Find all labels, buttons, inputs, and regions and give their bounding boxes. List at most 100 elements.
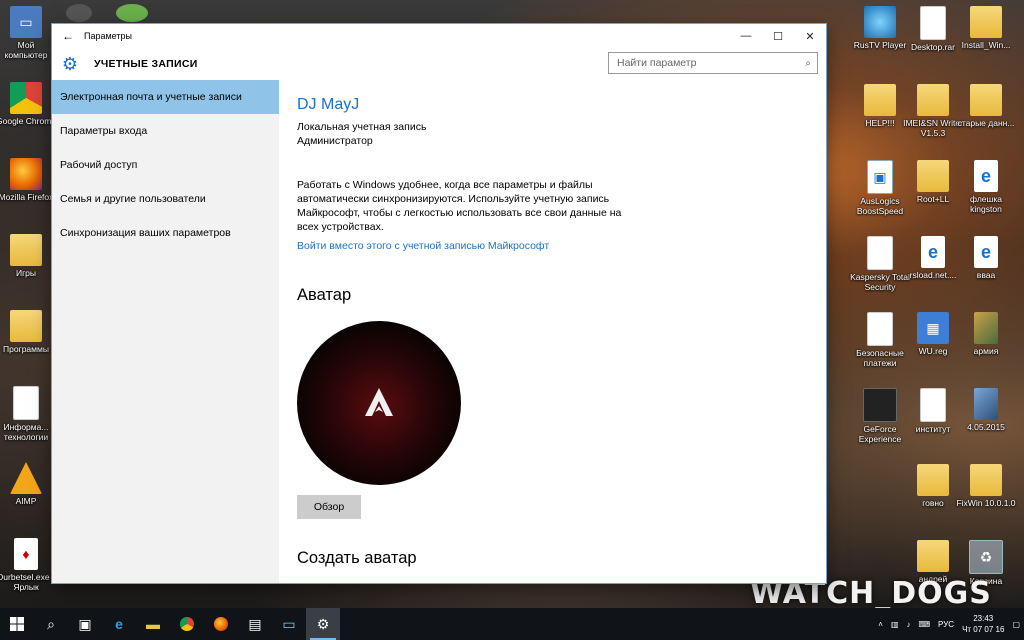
folder-icon	[917, 160, 949, 192]
notifications-icon[interactable]: ▢	[1012, 620, 1020, 629]
desktop-icon-kingston[interactable]: e флешка kingston	[956, 160, 1016, 214]
store-taskbar-button[interactable]: ▣	[68, 608, 102, 640]
desktop-icon-label: 4.05.2015	[967, 422, 1005, 432]
nav-item-sync-settings[interactable]: Синхронизация ваших параметров	[52, 216, 279, 250]
firefox-taskbar-button[interactable]	[204, 608, 238, 640]
desktop-icon-firefox[interactable]: Mozilla Firefox	[0, 158, 56, 202]
main-content: DJ MayJ Локальная учетная запись Админис…	[297, 96, 806, 568]
desktop-icon-label: флешка kingston	[970, 194, 1002, 214]
ie-icon: e	[921, 236, 945, 268]
desktop-icon-label: AIMP	[15, 496, 37, 506]
settings-taskbar-button[interactable]: ⚙	[306, 608, 340, 640]
nav-item-family-users[interactable]: Семья и другие пользователи	[52, 182, 279, 216]
firefox-icon	[10, 158, 42, 190]
volume-icon[interactable]: ♪	[907, 620, 911, 629]
sync-info-text: Работать с Windows удобнее, когда все па…	[297, 179, 622, 233]
desktop-icon-label: rsload.net....	[909, 270, 957, 280]
system-tray: ˄ ▥ ♪ ⌨ РУС 23:43 Чт 07 07 16 ▢	[874, 608, 1024, 640]
desktop-icon-army[interactable]: армия	[956, 312, 1016, 356]
network-icon[interactable]: ▥	[891, 620, 899, 629]
desktop-icon-auslogics[interactable]: ▣ AusLogics BoostSpeed	[850, 160, 910, 216]
document-icon	[13, 386, 39, 420]
desktop-icon-label: HELP!!!	[865, 118, 895, 128]
close-button[interactable]: ✕	[794, 30, 826, 43]
nav-item-email-accounts[interactable]: Электронная почта и учетные записи	[52, 80, 279, 114]
desktop-icon-label: AusLogics BoostSpeed	[856, 196, 904, 216]
desktop-icon-install-win[interactable]: Install_Win...	[956, 6, 1016, 50]
chrome-taskbar-button[interactable]	[170, 608, 204, 640]
nav-item-sign-in-options[interactable]: Параметры входа	[52, 114, 279, 148]
desktop-icon-label: говно	[922, 498, 944, 508]
edge-taskbar-button[interactable]: e	[102, 608, 136, 640]
desktop-icon-label: RusTV Player	[853, 40, 907, 50]
desktop-icon-games[interactable]: Игры	[0, 234, 56, 278]
folder-icon: ▬	[146, 616, 160, 632]
desktop-icon-wu-reg[interactable]: ▦ WU.reg	[903, 312, 963, 356]
desktop-icon-rsload[interactable]: e rsload.net....	[903, 236, 963, 280]
reg-icon: ▦	[917, 312, 949, 344]
app-taskbar-button[interactable]: ▤	[238, 608, 272, 640]
desktop-icon-desktop-rar[interactable]: Desktop.rar	[903, 6, 963, 52]
desktop-icon-vvaa[interactable]: e вваа	[956, 236, 1016, 280]
desktop-icon-label: Информа... технологии	[3, 422, 49, 442]
search-box[interactable]: ⌕	[608, 52, 818, 74]
desktop-icon-label: армия	[973, 346, 999, 356]
desktop-icon-govno[interactable]: говно	[903, 464, 963, 508]
desktop-icon-institute[interactable]: институт	[903, 388, 963, 434]
search-taskbar-button[interactable]: ⌕	[34, 608, 68, 640]
image-icon	[974, 312, 998, 344]
desktop-icon-root-ll[interactable]: Root+LL	[903, 160, 963, 204]
document-icon	[920, 6, 946, 40]
search-icon: ⌕	[47, 615, 55, 632]
minimize-button[interactable]: —	[730, 30, 762, 42]
settings-window: ← Параметры — ☐ ✕ ⚙ УЧЕТНЫЕ ЗАПИСИ ⌕ Эле…	[52, 24, 826, 583]
cards-icon: ♦	[14, 538, 38, 570]
search-input[interactable]	[615, 56, 806, 70]
desktop-icon-label: Безопасные платежи	[856, 348, 904, 368]
desktop-icon-programs[interactable]: Программы	[0, 310, 56, 354]
search-icon[interactable]: ⌕	[805, 58, 811, 69]
taskbar: ⌕ ▣ e ▬ ▤ ▭ ⚙ ˄ ▥ ♪ ⌨ РУС 23:43 Чт 07 07…	[0, 608, 1024, 640]
chrome-icon	[180, 617, 194, 631]
desktop-icon-kaspersky[interactable]: Kaspersky Total Security	[850, 236, 910, 292]
chevron-up-icon[interactable]: ˄	[878, 620, 883, 629]
desktop-icon-imei[interactable]: IMEI&SN Writer V1.5.3	[903, 84, 963, 138]
clock[interactable]: 23:43 Чт 07 07 16	[962, 613, 1004, 635]
nav-item-label: Параметры входа	[60, 125, 148, 137]
aimp-icon	[10, 462, 42, 494]
microsoft-account-link[interactable]: Войти вместо этого с учетной записью Май…	[297, 240, 806, 252]
desktop-icon-rustv[interactable]: RusTV Player	[850, 6, 910, 50]
desktop-icon-aimp[interactable]: AIMP	[0, 462, 56, 506]
browse-button[interactable]: Обзор	[297, 495, 361, 519]
desktop-icon-label: GeForce Experience	[858, 424, 902, 444]
desktop-icon-label: Kaspersky Total Security	[850, 272, 910, 292]
keyboard-icon[interactable]: ⌨	[919, 620, 931, 629]
explorer-taskbar-button[interactable]: ▬	[136, 608, 170, 640]
desktop-icon-safe-payments[interactable]: Безопасные платежи	[850, 312, 910, 368]
gear-icon: ⚙	[316, 615, 330, 632]
clock-date: Чт 07 07 16	[962, 625, 1005, 634]
account-type: Локальная учетная запись	[297, 121, 427, 133]
assassin-logo-icon	[365, 388, 393, 416]
app-icon	[66, 4, 92, 22]
nav-item-work-access[interactable]: Рабочий доступ	[52, 148, 279, 182]
back-arrow-icon[interactable]: ←	[52, 29, 84, 43]
recycle-bin-icon: ♻	[969, 540, 1003, 574]
settings-header: ⚙ УЧЕТНЫЕ ЗАПИСИ ⌕	[52, 48, 826, 80]
desktop-icon-chrome[interactable]: Google Chrome	[0, 82, 56, 126]
maximize-button[interactable]: ☐	[762, 30, 794, 43]
desktop-icon-date-folder[interactable]: 4.05.2015	[956, 388, 1016, 432]
desktop-icon-old-data[interactable]: старые данн...	[956, 84, 1016, 128]
folder-icon	[917, 84, 949, 116]
remote-taskbar-button[interactable]: ▭	[272, 608, 306, 640]
desktop-icon-help[interactable]: HELP!!!	[850, 84, 910, 128]
desktop-icon-label: Install_Win...	[961, 40, 1011, 50]
desktop-icon-my-computer[interactable]: ▭ Мой компьютер	[0, 6, 56, 60]
folder-icon	[970, 6, 1002, 38]
desktop-icon-info-tech[interactable]: Информа... технологии	[0, 386, 56, 442]
desktop-icon-geforce[interactable]: GeForce Experience	[850, 388, 910, 444]
language-indicator[interactable]: РУС	[938, 620, 954, 629]
desktop-icon-fixwin[interactable]: FixWin 10.0.1.0	[956, 464, 1016, 508]
start-button[interactable]	[0, 608, 34, 640]
desktop-icon-durbetsel[interactable]: ♦ Durbetsel.exe - Ярлык	[0, 538, 56, 592]
